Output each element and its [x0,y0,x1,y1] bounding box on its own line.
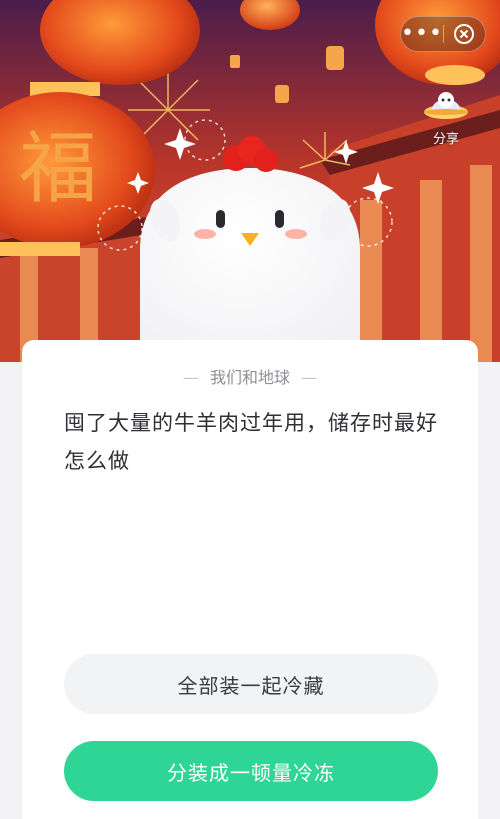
category-header: — 我们和地球 — [22,364,478,388]
answer-option-b[interactable]: 分装成一顿量冷冻 [64,741,438,801]
more-icon[interactable]: ••• [401,17,443,51]
share-button[interactable]: 分享 [418,86,474,156]
svg-text:福: 福 [19,124,97,214]
close-icon[interactable] [444,17,485,51]
hero-banner: 福 ••• 分享 [0,0,500,362]
question-text: 囤了大量的牛羊肉过年用，储存时最好怎么做 [64,411,438,473]
category-label: 我们和地球 [209,368,290,387]
question-card: — 我们和地球 — 囤了大量的牛羊肉过年用，储存时最好怎么做 全部装一起冷藏 分… [22,340,478,819]
answer-option-b-label: 分装成一顿量冷冻 [167,760,335,785]
answer-option-a[interactable]: 全部装一起冷藏 [64,654,438,714]
answer-option-a-label: 全部装一起冷藏 [177,673,325,698]
category-dash-right: — [301,368,318,387]
share-icon [424,92,468,119]
festival-illustration: 福 [0,0,500,362]
mini-program-capsule: ••• [400,16,486,52]
category-dash-left: — [182,368,199,387]
share-label: 分享 [432,132,459,147]
